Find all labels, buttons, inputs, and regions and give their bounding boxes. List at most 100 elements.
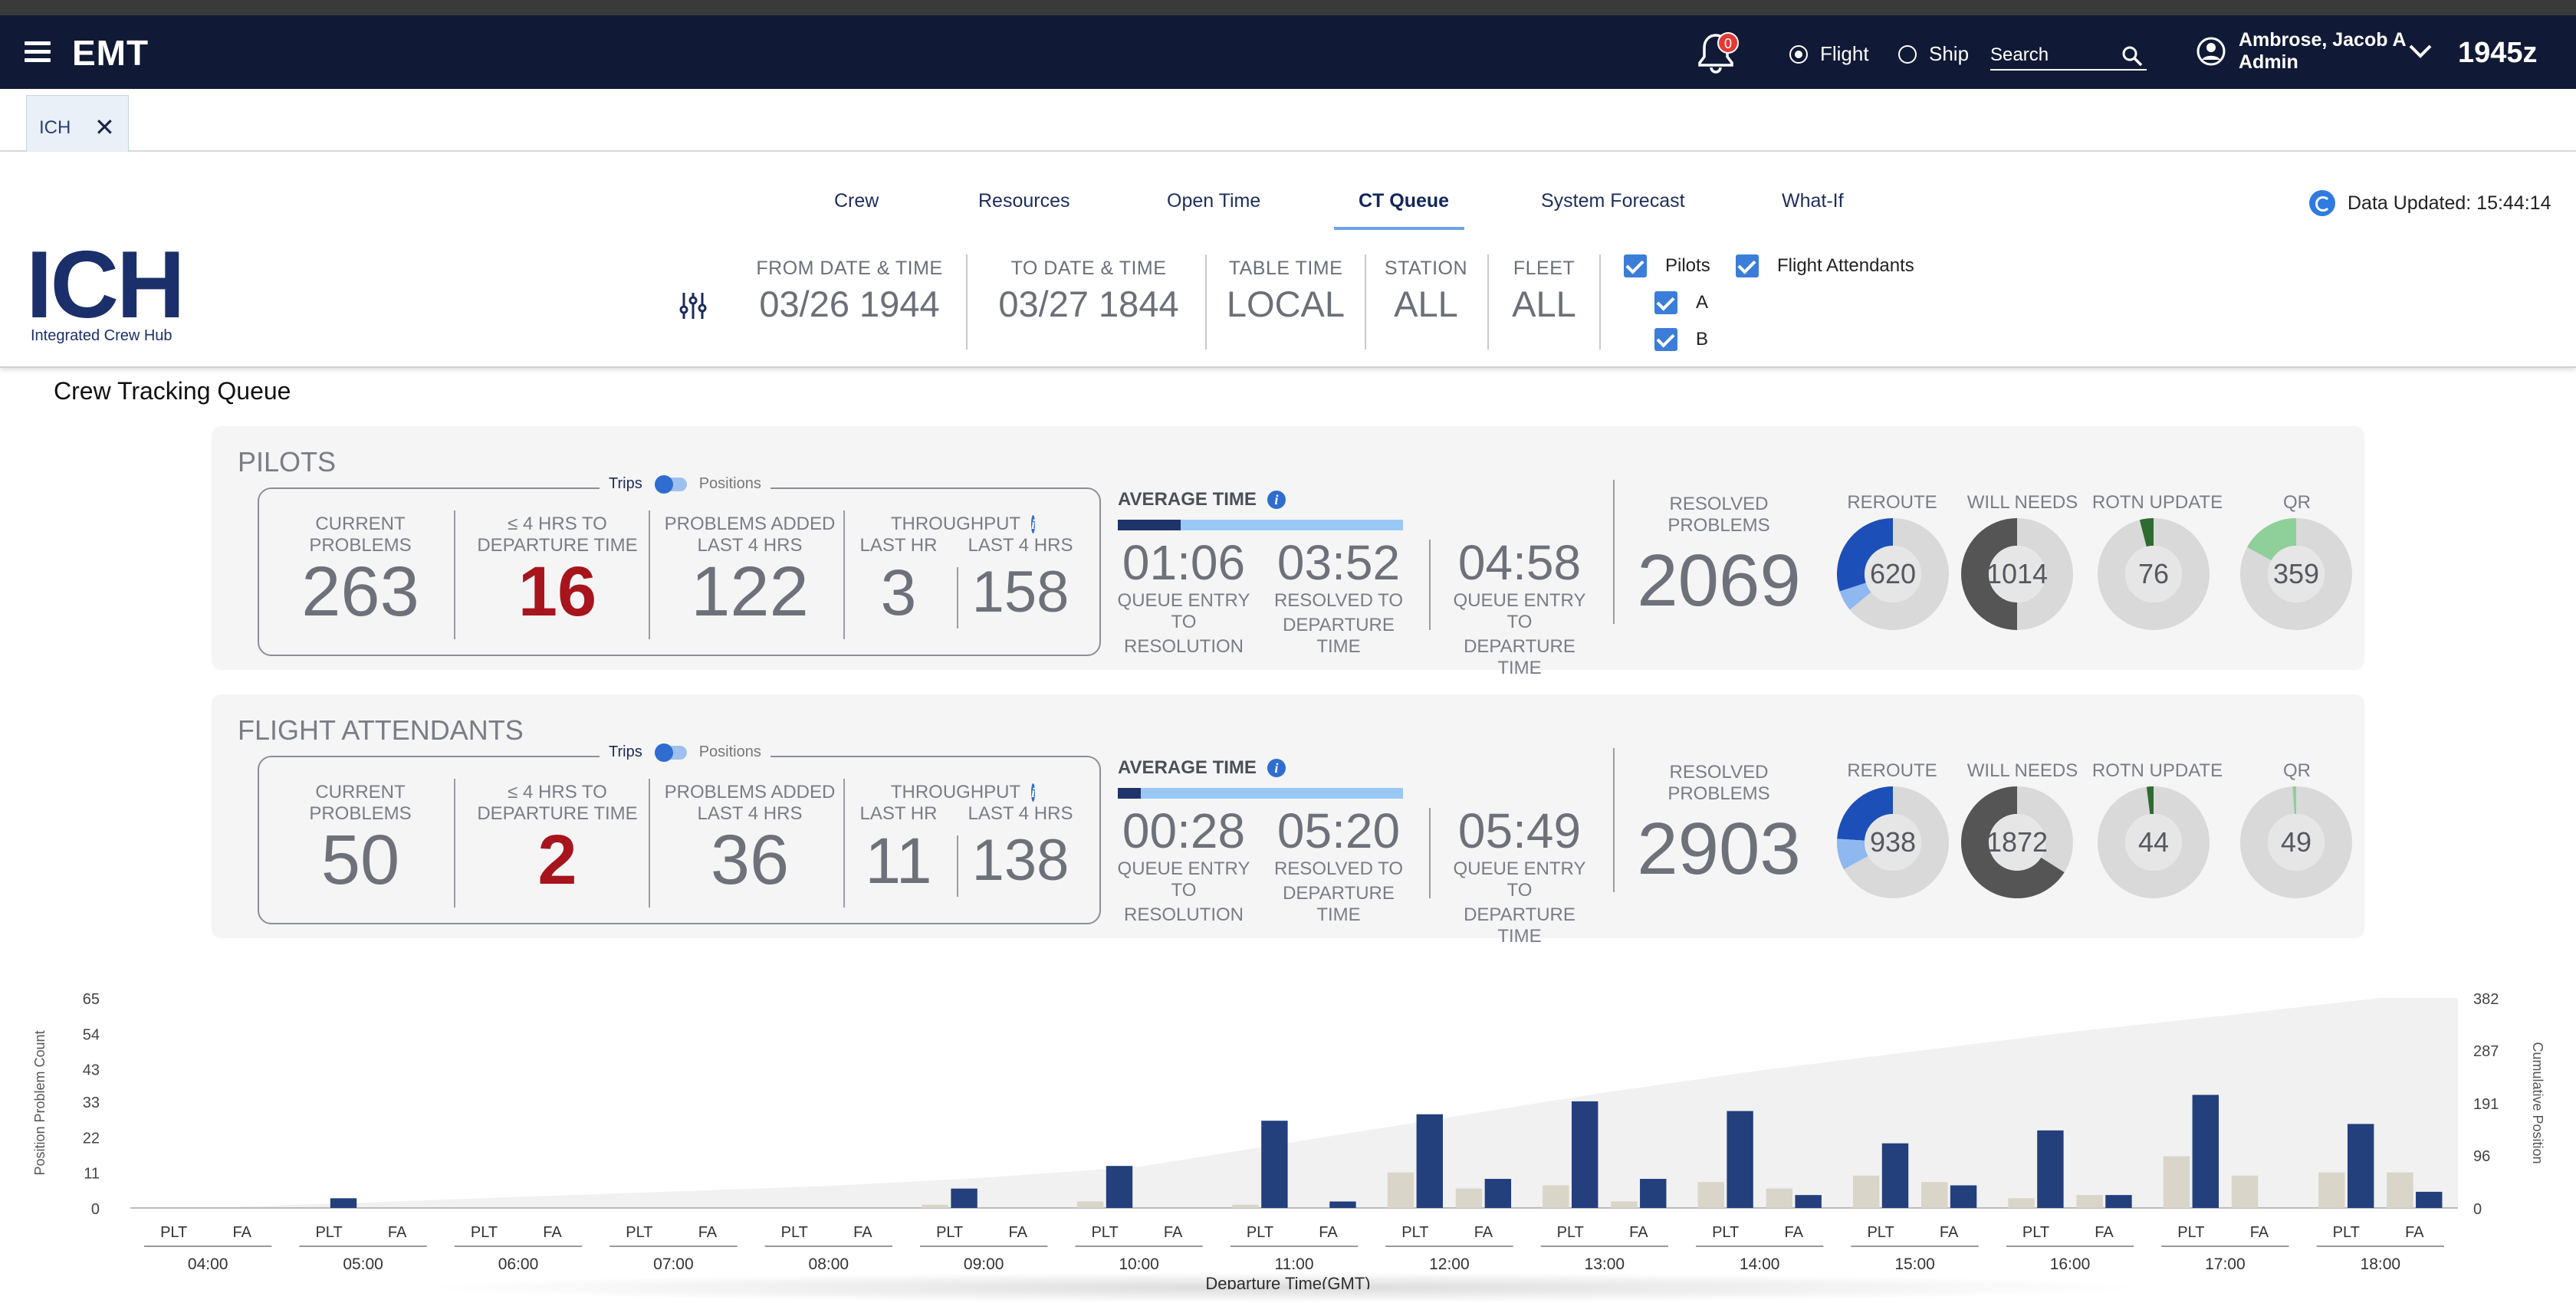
divider [966, 254, 968, 350]
problems-added-value: 36 [656, 825, 843, 895]
bar-plt-secondary [1232, 1205, 1258, 1208]
bar-fa-secondary [2387, 1173, 2413, 1208]
checkbox-checked-icon [1654, 328, 1677, 351]
bar-plt-secondary [1853, 1176, 1879, 1208]
donut-label-reroute: REROUTE [1823, 492, 1961, 514]
nav-open-time[interactable]: Open Time [1167, 190, 1260, 212]
chevron-down-icon[interactable] [2407, 43, 2433, 60]
throughput-last-4hrs: LAST 4 HRS158 [963, 535, 1078, 629]
group-label-plt: PLT [781, 1224, 808, 1241]
toggle-switch[interactable] [655, 478, 687, 491]
bar-plt-secondary [2164, 1157, 2190, 1208]
throughput-last-hr-value: 11 [853, 825, 945, 897]
average-time-bar-fill [1118, 520, 1181, 530]
trips-positions-toggle[interactable]: TripsPositions [600, 475, 770, 493]
toggle-switch[interactable] [655, 746, 687, 760]
checkbox-a[interactable]: A [1654, 291, 1708, 314]
throughput-label: THROUGHPUT [891, 514, 1020, 535]
nav-crew[interactable]: Crew [834, 190, 879, 212]
filter-to-date[interactable]: TO DATE & TIME03/27 1844 [987, 258, 1190, 325]
search-icon[interactable] [2121, 44, 2144, 67]
resolved-problems-value: 2069 [1619, 544, 1819, 618]
x-tick-label: 18:00 [2361, 1255, 2401, 1273]
notification-badge: 0 [1717, 32, 1739, 54]
average-time-text: AVERAGE TIME [1118, 757, 1257, 779]
donut-value: 620 [1837, 518, 1949, 630]
filter-station-label: STATION [1377, 258, 1475, 280]
info-icon[interactable]: i [1031, 515, 1035, 533]
bar-plt [330, 1198, 356, 1208]
info-icon[interactable]: i [1267, 759, 1286, 777]
bar-fa [1485, 1179, 1511, 1208]
page-header: Crew Resources Open Time CT Queue System… [0, 152, 2576, 368]
divider [1613, 480, 1615, 624]
radio-flight-label: Flight [1820, 42, 1869, 66]
stat-label: ≤ 4 HRS TO [463, 514, 652, 535]
search-input[interactable]: Search [1990, 38, 2147, 71]
refresh-icon[interactable] [2309, 190, 2335, 216]
group-label-fa: FA [698, 1224, 718, 1241]
group-label-fa: FA [543, 1224, 562, 1241]
notifications-bell[interactable]: 0 [1694, 31, 1740, 77]
current-problems-value: 263 [276, 556, 445, 627]
y-tick-label: 43 [83, 1062, 100, 1079]
bar-plt [2193, 1095, 2219, 1208]
trips-positions-toggle[interactable]: TripsPositions [600, 743, 770, 761]
bar-plt [1882, 1144, 1908, 1208]
nav-ct-queue[interactable]: CT Queue [1359, 190, 1449, 212]
group-label-fa: FA [2405, 1224, 2424, 1241]
user-menu[interactable]: Ambrose, Jacob AAdmin [2196, 29, 2407, 74]
y2-tick-label: 382 [2473, 991, 2499, 1008]
average-time-label: AVERAGE TIMEi [1118, 489, 1286, 510]
nav-system-forecast[interactable]: System Forecast [1541, 190, 1685, 212]
bar-fa [1329, 1202, 1355, 1208]
close-icon[interactable]: ✕ [94, 113, 115, 142]
avg-resolved-departure: 05:20RESOLVED TODEPARTURE TIME [1262, 806, 1415, 926]
time-label: RESOLVED TO [1262, 590, 1415, 612]
zulu-time: 1945z [2458, 37, 2538, 70]
bar-plt [951, 1189, 977, 1208]
tab-ich[interactable]: ICH ✕ [26, 95, 129, 158]
y2-tick-label: 0 [2473, 1201, 2482, 1218]
stat-label: ≤ 4 HRS TO [463, 782, 652, 803]
filter-from-date[interactable]: FROM DATE & TIME03/26 1944 [748, 258, 951, 325]
menu-icon[interactable] [25, 41, 51, 63]
bar-plt [2348, 1124, 2374, 1208]
nav-resources[interactable]: Resources [978, 190, 1070, 212]
nav-what-if[interactable]: What-If [1782, 190, 1844, 212]
x-tick-label: 16:00 [2050, 1255, 2091, 1273]
checkbox-flight-attendants[interactable]: Flight Attendants [1736, 254, 1914, 277]
info-icon[interactable]: i [1267, 491, 1286, 509]
filter-station[interactable]: STATIONALL [1377, 258, 1475, 325]
group-label-fa: FA [2250, 1224, 2269, 1241]
group-label-plt: PLT [1401, 1224, 1428, 1241]
info-icon[interactable]: i [1031, 783, 1035, 802]
current-problems-value: 50 [276, 825, 445, 895]
radio-ship[interactable]: Ship [1898, 42, 1969, 66]
bar-fa [1795, 1195, 1821, 1208]
y2-tick-label: 287 [2473, 1043, 2499, 1060]
stat-label: PROBLEMS [1619, 515, 1819, 537]
filter-fleet-value: ALL [1497, 283, 1592, 325]
x-tick-label: 17:00 [2205, 1255, 2246, 1273]
checkbox-pilots[interactable]: Pilots [1624, 254, 1710, 277]
checkbox-b[interactable]: B [1654, 328, 1708, 351]
bar-plt [1727, 1111, 1753, 1208]
radio-flight[interactable]: Flight [1789, 42, 1869, 66]
ich-logo-subtitle: Integrated Crew Hub [31, 327, 172, 345]
y-tick-label: 22 [83, 1130, 100, 1147]
checkbox-b-label: B [1696, 329, 1708, 350]
group-label-fa: FA [1164, 1224, 1183, 1241]
x-tick-label: 12:00 [1429, 1255, 1470, 1273]
bar-plt [1261, 1121, 1287, 1208]
filter-table-time[interactable]: TABLE TIMELOCAL [1219, 258, 1352, 325]
search-placeholder: Search [1990, 44, 2049, 65]
filter-sliders-icon[interactable] [678, 291, 708, 320]
bar-plt-secondary [2318, 1173, 2344, 1208]
group-label-plt: PLT [160, 1224, 187, 1241]
donut-value: 49 [2240, 786, 2352, 898]
donut-label-will-needs: WILL NEEDS [1953, 492, 2091, 514]
filter-fleet[interactable]: FLEETALL [1497, 258, 1592, 325]
y2-tick-label: 191 [2473, 1096, 2499, 1113]
throughput-title: THROUGHPUTi [894, 782, 1032, 803]
